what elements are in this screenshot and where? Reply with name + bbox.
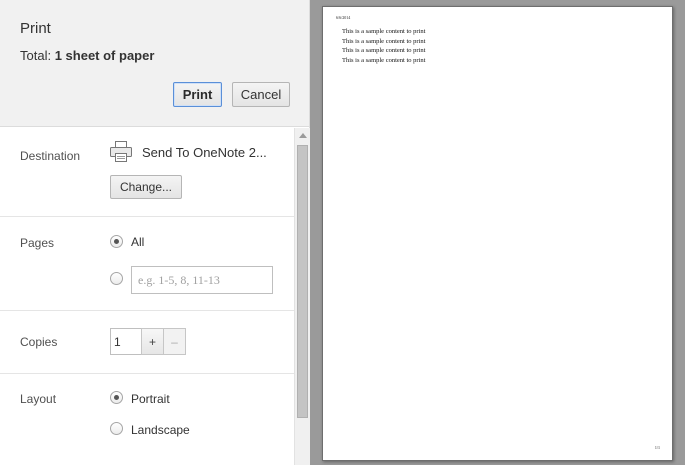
settings-list: Destination Send To OneNote 2... Change.… (0, 128, 294, 465)
layout-landscape-radio[interactable] (110, 422, 123, 435)
preview-content: This is a sample content to print This i… (342, 27, 425, 65)
dialog-title: Print (20, 20, 51, 37)
preview-page: 6/6/2014 This is a sample content to pri… (322, 6, 673, 461)
pages-range-radio[interactable] (110, 272, 123, 285)
page-range-input[interactable] (131, 266, 273, 294)
scroll-up-arrow-icon[interactable] (299, 133, 307, 138)
total-label: Total: (20, 48, 52, 63)
layout-portrait-radio[interactable] (110, 391, 123, 404)
preview-content-line: This is a sample content to print (342, 56, 426, 64)
destination-printer-name: Send To OneNote 2... (142, 145, 267, 160)
layout-section: Layout Portrait Landscape (0, 374, 294, 465)
cancel-button[interactable]: Cancel (232, 82, 290, 107)
copies-label: Copies (20, 335, 58, 349)
layout-portrait-label: Portrait (131, 392, 170, 406)
print-preview-area: 6/6/2014 This is a sample content to pri… (310, 0, 685, 465)
layout-landscape-label: Landscape (131, 423, 190, 437)
pages-all-radio[interactable] (110, 235, 123, 248)
print-button[interactable]: Print (173, 82, 222, 107)
total-value: 1 sheet of paper (54, 48, 155, 63)
copies-input[interactable] (110, 328, 142, 355)
print-settings-panel: Print Total: 1 sheet of paper Print Canc… (0, 0, 310, 465)
preview-content-line: This is a sample content to print (342, 28, 426, 35)
preview-date: 6/6/2014 (336, 15, 351, 20)
sheet-summary: Total: 1 sheet of paper (20, 48, 154, 63)
copies-decrement-button[interactable]: – (163, 328, 186, 355)
pages-section: Pages All (0, 217, 294, 311)
change-destination-button[interactable]: Change... (110, 175, 182, 199)
print-header: Print Total: 1 sheet of paper Print Canc… (0, 0, 309, 127)
scrollbar-thumb[interactable] (297, 145, 308, 418)
destination-section: Destination Send To OneNote 2... Change.… (0, 128, 294, 217)
copies-section: Copies + – (0, 311, 294, 374)
printer-icon (110, 141, 132, 162)
destination-label: Destination (20, 149, 81, 163)
copies-increment-button[interactable]: + (141, 328, 164, 355)
preview-content-line: This is a sample content to print (342, 37, 426, 45)
preview-content-line: This is a sample content to print (342, 47, 426, 54)
pages-label: Pages (20, 236, 55, 250)
settings-scrollbar[interactable] (294, 128, 310, 465)
pages-all-label: All (131, 235, 145, 249)
layout-label: Layout (20, 392, 57, 406)
preview-page-number: 1/1 (654, 445, 660, 450)
